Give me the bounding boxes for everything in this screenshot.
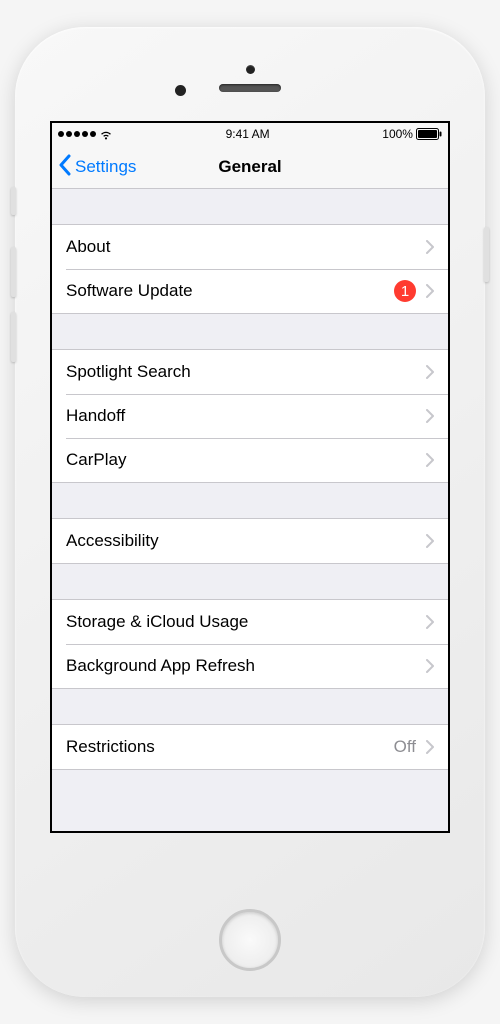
- chevron-left-icon: [58, 154, 75, 181]
- row-accessory: 1: [394, 280, 434, 302]
- page-title: General: [218, 157, 281, 177]
- volume-up-button: [11, 247, 16, 297]
- row-about[interactable]: About: [52, 225, 448, 269]
- row-carplay[interactable]: CarPlay: [52, 438, 448, 482]
- row-accessory: [426, 365, 434, 379]
- wifi-icon: [99, 129, 113, 140]
- back-button[interactable]: Settings: [58, 145, 136, 189]
- settings-group: Storage & iCloud Usage Background App Ref…: [52, 599, 448, 689]
- chevron-right-icon: [426, 453, 434, 467]
- group-spacer: [52, 189, 448, 224]
- row-value: Off: [394, 737, 416, 757]
- earpiece-speaker: [219, 84, 281, 92]
- row-storage-icloud[interactable]: Storage & iCloud Usage: [52, 600, 448, 644]
- chevron-right-icon: [426, 615, 434, 629]
- row-label: Storage & iCloud Usage: [66, 612, 248, 632]
- group-spacer: [52, 689, 448, 724]
- screen: 9:41 AM 100% Settings General About Softw…: [50, 121, 450, 833]
- row-label: Handoff: [66, 406, 125, 426]
- chevron-right-icon: [426, 409, 434, 423]
- row-label: CarPlay: [66, 450, 126, 470]
- row-accessory: [426, 534, 434, 548]
- row-spotlight-search[interactable]: Spotlight Search: [52, 350, 448, 394]
- group-spacer: [52, 483, 448, 518]
- settings-group: Restrictions Off: [52, 724, 448, 770]
- settings-content[interactable]: About Software Update 1 Spotlight Search Han…: [52, 189, 448, 831]
- row-accessory: [426, 409, 434, 423]
- chevron-right-icon: [426, 740, 434, 754]
- row-label: Software Update: [66, 281, 193, 301]
- navigation-bar: Settings General: [52, 145, 448, 189]
- row-label: About: [66, 237, 110, 257]
- proximity-sensor: [175, 85, 186, 96]
- row-handoff[interactable]: Handoff: [52, 394, 448, 438]
- battery-percent: 100%: [382, 127, 413, 141]
- row-accessory: Off: [394, 737, 434, 757]
- row-background-app-refresh[interactable]: Background App Refresh: [52, 644, 448, 688]
- phone-top-cluster: [219, 65, 281, 92]
- row-label: Restrictions: [66, 737, 155, 757]
- settings-group: Accessibility: [52, 518, 448, 564]
- home-button[interactable]: [219, 909, 281, 971]
- row-label: Accessibility: [66, 531, 159, 551]
- row-restrictions[interactable]: Restrictions Off: [52, 725, 448, 769]
- row-software-update[interactable]: Software Update 1: [52, 269, 448, 313]
- settings-group: About Software Update 1: [52, 224, 448, 314]
- notification-badge: 1: [394, 280, 416, 302]
- status-time: 9:41 AM: [226, 127, 270, 141]
- camera-dot: [246, 65, 255, 74]
- chevron-right-icon: [426, 284, 434, 298]
- chevron-right-icon: [426, 365, 434, 379]
- chevron-right-icon: [426, 659, 434, 673]
- row-accessory: [426, 240, 434, 254]
- chevron-right-icon: [426, 240, 434, 254]
- mute-switch: [11, 187, 16, 215]
- iphone-frame: 9:41 AM 100% Settings General About Softw…: [15, 27, 485, 997]
- row-accessory: [426, 453, 434, 467]
- chevron-right-icon: [426, 534, 434, 548]
- group-spacer: [52, 564, 448, 599]
- back-label: Settings: [75, 157, 136, 177]
- row-accessory: [426, 659, 434, 673]
- signal-strength-icon: [58, 131, 96, 137]
- status-bar: 9:41 AM 100%: [52, 123, 448, 145]
- row-accessibility[interactable]: Accessibility: [52, 519, 448, 563]
- row-accessory: [426, 615, 434, 629]
- power-button: [484, 227, 489, 282]
- row-label: Background App Refresh: [66, 656, 255, 676]
- volume-down-button: [11, 312, 16, 362]
- settings-group: Spotlight Search Handoff CarPlay: [52, 349, 448, 483]
- group-spacer: [52, 314, 448, 349]
- row-label: Spotlight Search: [66, 362, 191, 382]
- battery-icon: [416, 128, 442, 140]
